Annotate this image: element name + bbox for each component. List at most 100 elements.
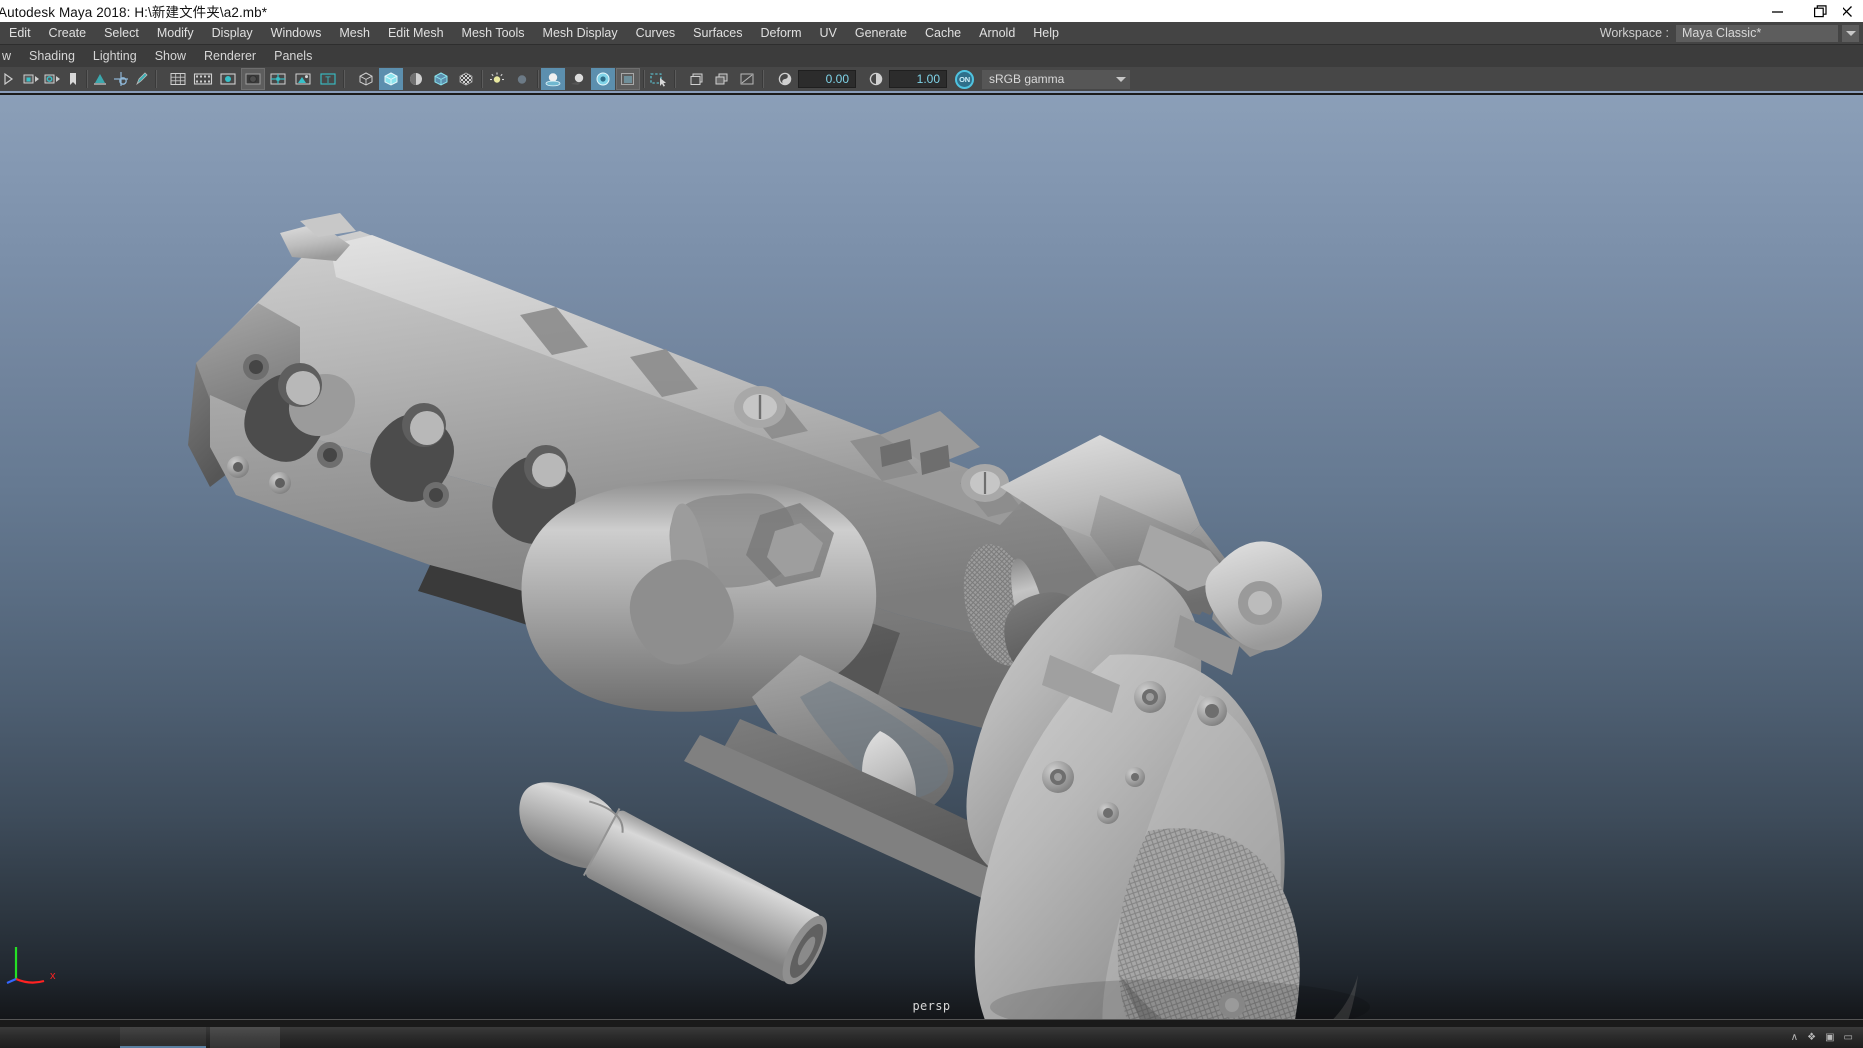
- toolbar-separator: [479, 69, 484, 89]
- xray-joints-icon[interactable]: [685, 68, 709, 90]
- axis-x: [15, 977, 45, 984]
- gate-mask-icon[interactable]: [241, 68, 265, 90]
- safe-title-icon[interactable]: T: [316, 68, 340, 90]
- chevron-down-icon[interactable]: [1842, 24, 1859, 42]
- toolbar-separator: [672, 69, 677, 89]
- toolbar-separator: [641, 69, 646, 89]
- menu-uv[interactable]: UV: [811, 22, 846, 44]
- minimize-button[interactable]: [1755, 0, 1799, 22]
- select-camera-icon[interactable]: [0, 68, 20, 90]
- toolbar-separator: [84, 69, 89, 89]
- viewport-3d-scene: [188, 213, 1370, 1019]
- panel-menu-view[interactable]: w: [0, 45, 20, 68]
- color-space-select[interactable]: sRGB gamma: [982, 69, 1130, 89]
- grease-pencil-icon[interactable]: [132, 68, 152, 90]
- menu-generate[interactable]: Generate: [846, 22, 916, 44]
- x-ray-icon[interactable]: [454, 68, 478, 90]
- workspace-label: Workspace :: [1599, 26, 1669, 40]
- viewport-toolbar: T 0.00 1.00 ON sRGB gamma: [0, 67, 1863, 93]
- menu-windows[interactable]: Windows: [262, 22, 331, 44]
- panel-menu-shading[interactable]: Shading: [20, 45, 84, 68]
- tray-chevron-icon[interactable]: ∧: [1791, 1032, 1798, 1043]
- restore-button[interactable]: [1799, 0, 1843, 22]
- no-lights-icon[interactable]: [510, 68, 534, 90]
- toolbar-separator: [341, 69, 346, 89]
- exposure-icon[interactable]: [773, 68, 797, 90]
- menu-curves[interactable]: Curves: [627, 22, 685, 44]
- resolution-gate-icon[interactable]: [216, 68, 240, 90]
- gamma-icon[interactable]: [864, 68, 888, 90]
- toolbar-separator: [760, 69, 765, 89]
- use-all-lights-icon[interactable]: [541, 68, 565, 90]
- grid-icon[interactable]: [166, 68, 190, 90]
- color-space-value: sRGB gamma: [989, 72, 1065, 86]
- menu-deform[interactable]: Deform: [752, 22, 811, 44]
- exposure-reset-icon[interactable]: [735, 68, 759, 90]
- menu-create[interactable]: Create: [40, 22, 96, 44]
- menu-mesh-display[interactable]: Mesh Display: [534, 22, 627, 44]
- window-controls: [1755, 0, 1863, 22]
- status-strip: [0, 1019, 1863, 1027]
- panel-menu-show[interactable]: Show: [146, 45, 195, 68]
- menu-mesh-tools[interactable]: Mesh Tools: [453, 22, 534, 44]
- color-management-toggle[interactable]: ON: [955, 69, 974, 89]
- main-menu-bar: Edit Create Select Modify Display Window…: [0, 22, 1863, 44]
- two-d-pan-zoom-icon[interactable]: [111, 68, 131, 90]
- safe-action-icon[interactable]: [291, 68, 315, 90]
- smooth-shade-all-icon[interactable]: [379, 68, 403, 90]
- default-light-icon[interactable]: [485, 68, 509, 90]
- menu-modify[interactable]: Modify: [148, 22, 203, 44]
- window-title: Autodesk Maya 2018: H:\新建文件夹\a2.mb*: [0, 5, 268, 20]
- isolate-select-icon[interactable]: [647, 68, 671, 90]
- taskbar-item[interactable]: [120, 1027, 206, 1048]
- menu-edit-mesh[interactable]: Edit Mesh: [379, 22, 453, 44]
- camera-attributes-icon[interactable]: [42, 68, 62, 90]
- panel-menu-bar: w Shading Lighting Show Renderer Panels: [0, 44, 1863, 67]
- viewport-camera-label: persp: [912, 999, 951, 1013]
- tray-ime-icon[interactable]: ▭: [1844, 1032, 1853, 1043]
- svg-text:T: T: [325, 75, 331, 85]
- menu-select[interactable]: Select: [95, 22, 148, 44]
- panel-menu-panels[interactable]: Panels: [265, 45, 321, 68]
- menu-display[interactable]: Display: [203, 22, 262, 44]
- tray-volume-icon[interactable]: ▣: [1825, 1032, 1834, 1043]
- exposure-field[interactable]: 0.00: [798, 70, 856, 88]
- gamma-field[interactable]: 1.00: [889, 70, 947, 88]
- menu-help[interactable]: Help: [1024, 22, 1068, 44]
- menu-arnold[interactable]: Arnold: [970, 22, 1024, 44]
- ambient-occlusion-icon[interactable]: [591, 68, 615, 90]
- wireframe-on-shaded-icon[interactable]: [429, 68, 453, 90]
- xray-active-components-icon[interactable]: [710, 68, 734, 90]
- panel-menu-lighting[interactable]: Lighting: [84, 45, 146, 68]
- film-gate-icon[interactable]: [191, 68, 215, 90]
- tray-network-icon[interactable]: ❖: [1807, 1032, 1816, 1043]
- perspective-viewport[interactable]: x persp: [0, 95, 1863, 1019]
- title-bar: Autodesk Maya 2018: H:\新建文件夹\a2.mb*: [0, 0, 1863, 22]
- menu-surfaces[interactable]: Surfaces: [684, 22, 751, 44]
- toolbar-separator: [535, 69, 540, 89]
- shade-flat-icon[interactable]: [404, 68, 428, 90]
- exposure-value: 0.00: [825, 72, 849, 86]
- axis-gizmo: x: [6, 939, 66, 999]
- bookmark-icon[interactable]: [63, 68, 83, 90]
- shadows-icon[interactable]: [566, 68, 590, 90]
- image-plane-icon[interactable]: [90, 68, 110, 90]
- motion-blur-icon[interactable]: [616, 68, 640, 90]
- maya-application-window: Autodesk Maya 2018: H:\新建文件夹\a2.mb* Edit: [0, 0, 1863, 1048]
- color-management-toggle-label: ON: [959, 74, 970, 84]
- panel-menu-renderer[interactable]: Renderer: [195, 45, 265, 68]
- close-button[interactable]: [1843, 0, 1863, 22]
- field-chart-icon[interactable]: [266, 68, 290, 90]
- workspace-select[interactable]: Maya Classic*: [1676, 24, 1838, 42]
- axis-z: [6, 977, 17, 985]
- chevron-down-icon[interactable]: [1112, 69, 1130, 89]
- wireframe-icon[interactable]: [354, 68, 378, 90]
- windows-taskbar: ∧ ❖ ▣ ▭: [0, 1027, 1863, 1048]
- menu-cache[interactable]: Cache: [916, 22, 970, 44]
- menu-mesh[interactable]: Mesh: [330, 22, 379, 44]
- toolbar-separator: [153, 69, 158, 89]
- lock-camera-icon[interactable]: [21, 68, 41, 90]
- menu-edit[interactable]: Edit: [0, 22, 40, 44]
- taskbar-item[interactable]: [210, 1027, 280, 1048]
- axis-x-label: x: [50, 970, 56, 982]
